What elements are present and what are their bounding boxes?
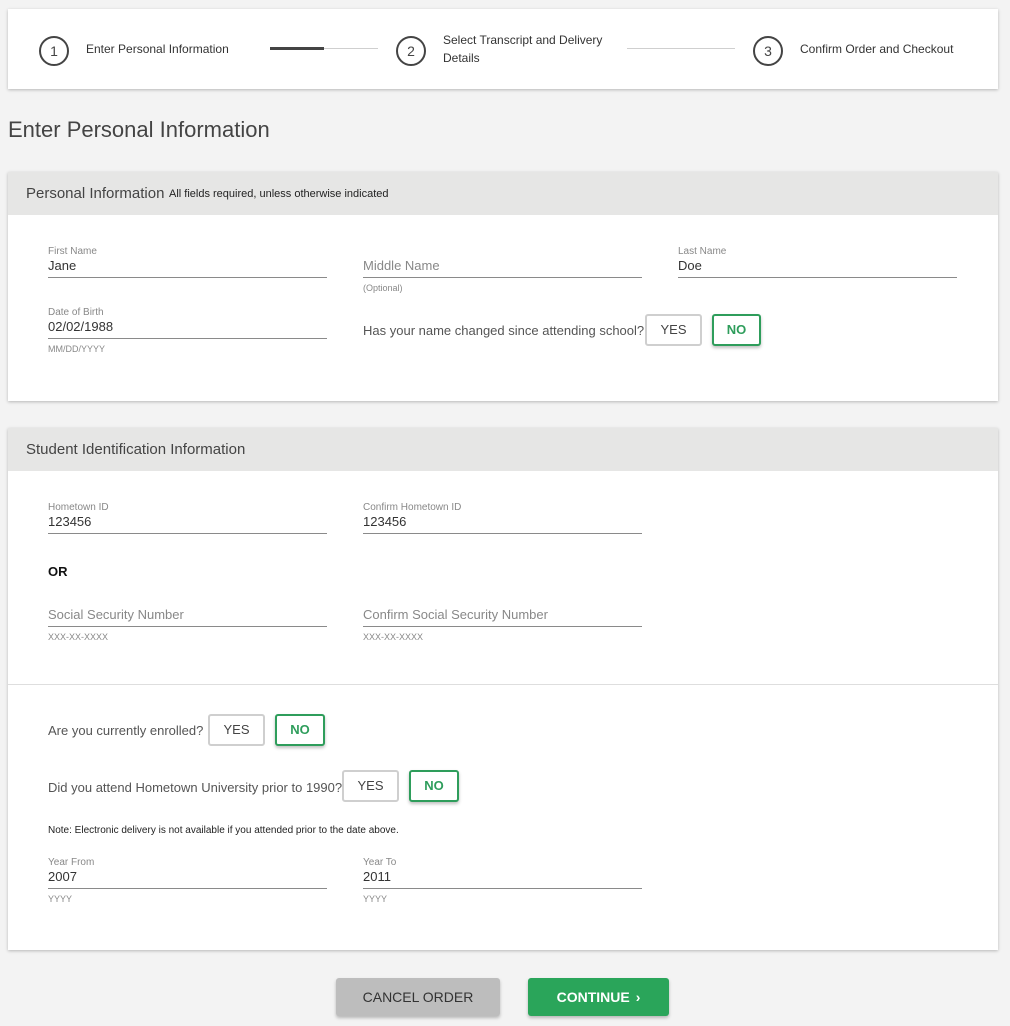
confirm-hometown-id-underline [363, 533, 642, 534]
progress-stepper: 1 Enter Personal Information 2 Select Tr… [8, 9, 998, 89]
last-name-label: Last Name [678, 246, 727, 257]
electronic-delivery-note: Note: Electronic delivery is not availab… [48, 825, 399, 836]
year-from-hint: YYYY [48, 894, 73, 904]
date-of-birth-label: Date of Birth [48, 307, 104, 318]
hometown-id-label: Hometown ID [48, 502, 109, 513]
middle-name-placeholder[interactable]: Middle Name [363, 258, 440, 273]
year-from-value[interactable]: 2007 [48, 869, 77, 884]
step-2-label: Select Transcript and Delivery Details [443, 33, 603, 65]
first-name-underline [48, 277, 327, 278]
date-of-birth-underline [48, 338, 327, 339]
personal-information-header: Personal Information All fields required… [8, 172, 998, 215]
cancel-order-button[interactable]: CANCEL ORDER [336, 978, 500, 1016]
year-from-underline [48, 888, 327, 889]
section-title: Personal Information [26, 185, 165, 202]
enrolled-yes-button[interactable]: YES [208, 714, 265, 746]
year-to-value[interactable]: 2011 [363, 869, 391, 884]
enrolled-question: Are you currently enrolled? [48, 723, 204, 738]
last-name-underline [678, 277, 957, 278]
page-title: Enter Personal Information [8, 117, 270, 142]
section-title: Student Identification Information [26, 441, 246, 458]
step-progress-bar [270, 47, 324, 50]
name-changed-question: Has your name changed since attending sc… [363, 323, 645, 338]
first-name-value[interactable]: Jane [48, 258, 76, 273]
date-of-birth-value[interactable]: 02/02/1988 [48, 319, 113, 334]
confirm-hometown-id-value[interactable]: 123456 [363, 514, 406, 529]
step-1-label: Enter Personal Information [86, 42, 229, 56]
required-note: All fields required, unless otherwise in… [169, 188, 389, 200]
continue-button[interactable]: CONTINUE › [528, 978, 669, 1016]
personal-information-card: Personal Information All fields required… [8, 172, 998, 401]
hometown-id-underline [48, 533, 327, 534]
middle-name-hint: (Optional) [363, 283, 403, 293]
step-2-number: 2 [396, 36, 426, 66]
or-separator: OR [48, 564, 68, 579]
confirm-ssn-hint: XXX-XX-XXXX [363, 632, 424, 642]
step-1-number: 1 [39, 36, 69, 66]
year-from-label: Year From [48, 857, 95, 868]
prior-1990-no-button[interactable]: NO [409, 770, 459, 802]
confirm-ssn-placeholder[interactable]: Confirm Social Security Number [363, 607, 548, 622]
date-of-birth-hint: MM/DD/YYYY [48, 344, 106, 354]
prior-1990-yes-button[interactable]: YES [342, 770, 399, 802]
year-to-hint: YYYY [363, 894, 388, 904]
ssn-placeholder[interactable]: Social Security Number [48, 607, 184, 622]
step-connector-2 [627, 48, 735, 49]
year-to-underline [363, 888, 642, 889]
student-identification-header: Student Identification Information [8, 428, 998, 471]
section-divider [8, 684, 998, 685]
confirm-hometown-id-label: Confirm Hometown ID [363, 502, 462, 513]
prior-1990-question: Did you attend Hometown University prior… [48, 780, 343, 795]
first-name-label: First Name [48, 246, 97, 257]
student-identification-card: Student Identification Information Homet… [8, 428, 998, 950]
ssn-underline [48, 626, 327, 627]
name-changed-yes-button[interactable]: YES [645, 314, 702, 346]
step-3-label: Confirm Order and Checkout [800, 42, 954, 56]
ssn-hint: XXX-XX-XXXX [48, 632, 109, 642]
cancel-order-label: CANCEL ORDER [362, 989, 474, 1005]
chevron-right-icon: › [635, 989, 641, 1005]
middle-name-underline [363, 277, 642, 278]
continue-label: CONTINUE [556, 989, 630, 1005]
enrolled-no-button[interactable]: NO [275, 714, 325, 746]
last-name-value[interactable]: Doe [678, 258, 702, 273]
step-3-number: 3 [753, 36, 783, 66]
name-changed-no-button[interactable]: NO [712, 314, 761, 346]
year-to-label: Year To [363, 857, 397, 868]
confirm-ssn-underline [363, 626, 642, 627]
hometown-id-value[interactable]: 123456 [48, 514, 91, 529]
